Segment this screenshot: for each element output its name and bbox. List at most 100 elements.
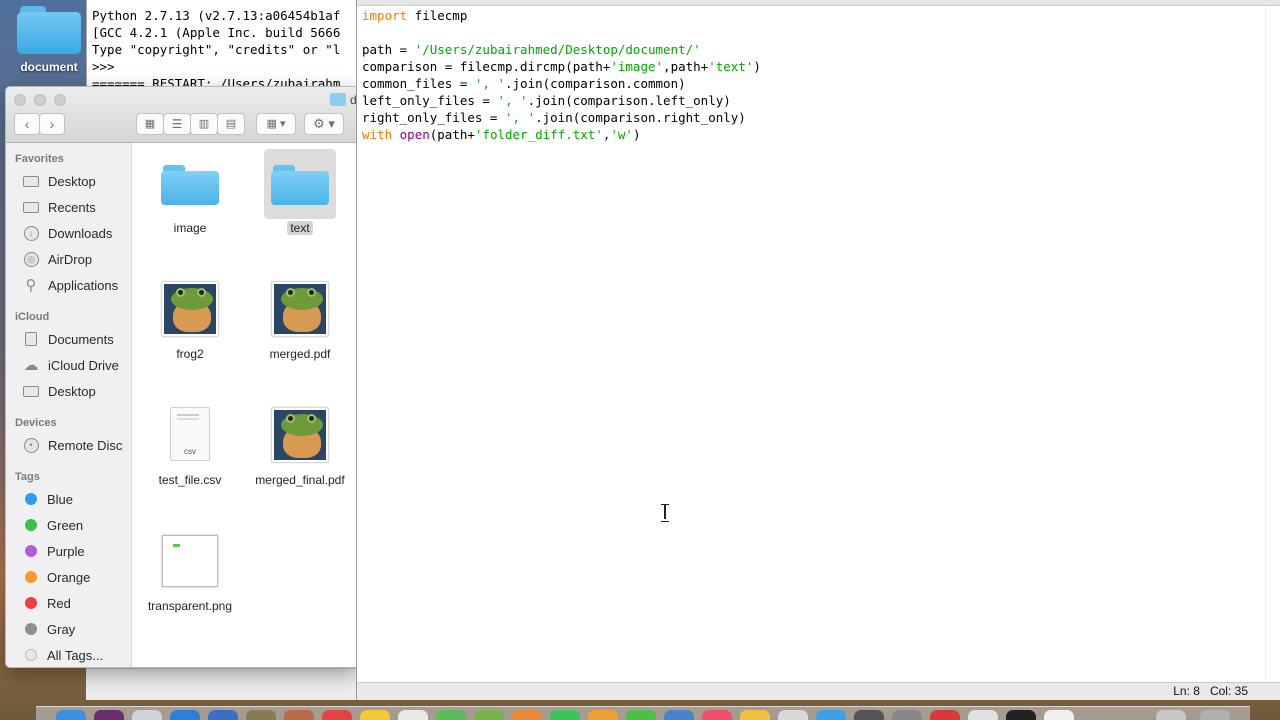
sidebar-item-airdrop[interactable]: ◎ AirDrop [22, 249, 92, 269]
csv-file-icon: csv [159, 407, 221, 465]
tag-dot-icon [25, 597, 37, 609]
app-dock-icon[interactable] [512, 710, 542, 720]
forward-button[interactable]: › [39, 113, 65, 135]
disc-icon: • [22, 437, 40, 453]
sidebar-tag-green[interactable]: Green [22, 515, 83, 535]
sidebar-item-label: Remote Disc [48, 437, 123, 453]
app-dock-icon[interactable] [474, 710, 504, 720]
code-editor[interactable]: import filecmp path = '/Users/zubairahmed… [362, 7, 761, 143]
sidebar-all-tags[interactable]: All Tags... [22, 645, 103, 665]
sidebar-item-icloud-drive[interactable]: ☁ iCloud Drive [22, 355, 119, 375]
code-token: .join(comparison.left_only) [527, 93, 731, 108]
app-dock-icon[interactable] [246, 710, 276, 720]
app-dock-icon[interactable] [94, 710, 124, 720]
code-token: (path+ [429, 127, 475, 142]
code-token-str: 'image' [610, 59, 664, 74]
python-editor-window[interactable]: import filecmp path = '/Users/zubairahmed… [356, 0, 1280, 700]
list-icon: ☰ [171, 117, 183, 131]
sidebar-item-downloads[interactable]: ↓ Downloads [22, 223, 112, 243]
terminal-dock-icon[interactable] [1006, 710, 1036, 720]
file-item-image[interactable]: image [135, 155, 245, 235]
editor-scrollbar[interactable] [1265, 6, 1280, 682]
app-dock-icon[interactable] [132, 710, 162, 720]
minimize-button[interactable] [34, 94, 46, 106]
list-view-button[interactable]: ☰ [163, 113, 191, 135]
app-dock-icon[interactable] [740, 710, 770, 720]
sidebar-tag-blue[interactable]: Blue [22, 489, 73, 509]
sidebar-item-label: Desktop [48, 383, 96, 399]
app-dock-icon[interactable] [170, 710, 200, 720]
column-view-button[interactable]: ▥ [190, 113, 218, 135]
finder-window[interactable]: d ‹ › ▦ ☰ ▥ ▤ ▦ ▾ ⚙ ▾ Favorites Desktop … [5, 86, 357, 668]
app-store-dock-icon[interactable] [816, 710, 846, 720]
editor-title-strip [357, 0, 1280, 6]
file-name: transparent.png [147, 599, 233, 613]
sidebar-item-label: Downloads [48, 225, 113, 241]
downloads-stack-dock-icon[interactable] [1156, 710, 1186, 720]
icon-view-button[interactable]: ▦ [136, 113, 164, 135]
code-token: comparison = filecmp.dircmp(path+ [362, 59, 611, 74]
tag-dot-icon [25, 545, 37, 557]
code-line: comparison = filecmp.dircmp(path+'image'… [362, 58, 761, 75]
sidebar-tag-orange[interactable]: Orange [22, 567, 90, 587]
app-dock-icon[interactable] [664, 710, 694, 720]
trash-dock-icon[interactable] [1200, 710, 1230, 720]
code-line: common_files = ', '.join(comparison.comm… [362, 75, 761, 92]
calendar-dock-icon[interactable] [322, 710, 352, 720]
back-button[interactable]: ‹ [14, 113, 40, 135]
tag-dot-icon [25, 571, 37, 583]
music-dock-icon[interactable] [702, 710, 732, 720]
sidebar-item-icloud-desktop[interactable]: Desktop [22, 381, 96, 401]
sidebar-tag-purple[interactable]: Purple [22, 541, 85, 561]
dock [36, 706, 1250, 720]
app-dock-icon[interactable] [588, 710, 618, 720]
file-item-test-file-csv[interactable]: csv test_file.csv [135, 407, 245, 487]
file-item-frog2[interactable]: frog2 [135, 281, 245, 361]
action-button[interactable]: ⚙ ▾ [304, 113, 344, 135]
code-token-bi: open [399, 127, 430, 142]
sidebar-header-icloud: iCloud [15, 311, 50, 323]
tag-dot-icon [25, 493, 37, 505]
file-item-transparent-png[interactable]: transparent.png [135, 533, 245, 613]
code-token: ) [753, 59, 761, 74]
file-item-text[interactable]: text [245, 149, 355, 237]
sidebar-header-tags: Tags [15, 471, 40, 483]
shell-line: [GCC 4.2.1 (Apple Inc. build 5666 [92, 25, 341, 40]
recents-icon [22, 199, 40, 215]
app-dock-icon[interactable] [208, 710, 238, 720]
app-dock-icon[interactable] [398, 710, 428, 720]
app-dock-icon[interactable] [854, 710, 884, 720]
code-line: with open(path+'folder_diff.txt','w') [362, 126, 761, 143]
desktop-folder-document[interactable]: document [14, 4, 84, 74]
app-dock-icon[interactable] [436, 710, 466, 720]
shell-prompt: >>> [92, 59, 123, 74]
code-line: import filecmp [362, 7, 761, 24]
sidebar-item-documents[interactable]: Documents [22, 329, 114, 349]
app-dock-icon[interactable] [778, 710, 808, 720]
settings-dock-icon[interactable] [892, 710, 922, 720]
gallery-view-button[interactable]: ▤ [217, 113, 245, 135]
sidebar-item-applications[interactable]: ⚲ Applications [22, 275, 119, 295]
app-dock-icon[interactable] [284, 710, 314, 720]
zoom-button[interactable] [54, 94, 66, 106]
app-dock-icon[interactable] [626, 710, 656, 720]
sidebar-item-label: Gray [47, 621, 76, 637]
sidebar-item-desktop[interactable]: Desktop [22, 171, 96, 191]
app-dock-icon[interactable] [1044, 710, 1074, 720]
notes-dock-icon[interactable] [360, 710, 390, 720]
app-dock-icon[interactable] [968, 710, 998, 720]
sidebar-item-recents[interactable]: Recents [22, 197, 96, 217]
cloud-icon: ☁ [23, 357, 39, 374]
sidebar-item-remote-disc[interactable]: • Remote Disc [22, 435, 122, 455]
messages-dock-icon[interactable] [550, 710, 580, 720]
close-button[interactable] [14, 94, 26, 106]
group-by-button[interactable]: ▦ ▾ [256, 113, 296, 135]
sidebar-tag-red[interactable]: Red [22, 593, 71, 613]
sidebar-item-label: iCloud Drive [48, 357, 119, 373]
shell-line: Python 2.7.13 (v2.7.13:a06454b1af [92, 8, 341, 23]
file-item-merged-pdf[interactable]: merged.pdf [245, 281, 355, 361]
finder-dock-icon[interactable] [56, 710, 86, 720]
file-item-merged-final-pdf[interactable]: merged_final.pdf [245, 407, 355, 487]
sidebar-tag-gray[interactable]: Gray [22, 619, 75, 639]
app-dock-icon[interactable] [930, 710, 960, 720]
